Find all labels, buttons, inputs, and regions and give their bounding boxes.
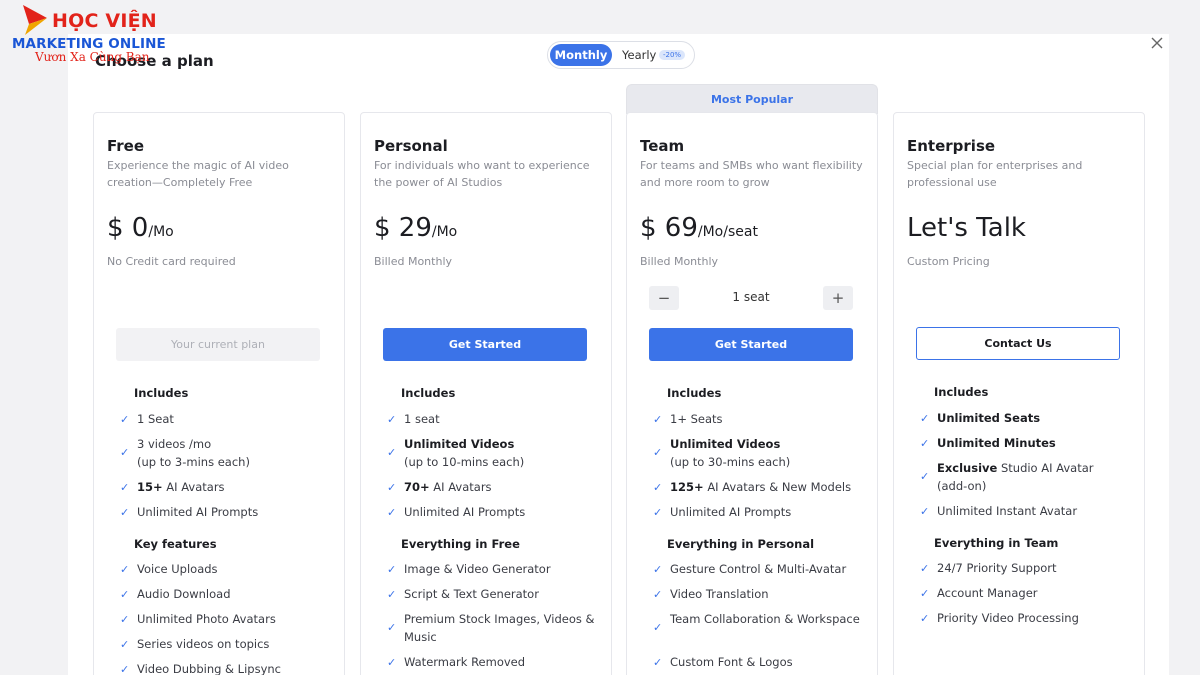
plan-card-team: Team For teams and SMBs who want flexibi…	[626, 112, 878, 675]
billing-note: Billed Monthly	[640, 255, 719, 268]
billing-note: Billed Monthly	[374, 255, 453, 268]
check-icon: ✓	[120, 563, 130, 576]
check-icon: ✓	[120, 613, 130, 626]
most-popular-label: Most Popular	[626, 84, 878, 114]
check-icon: ✓	[653, 563, 663, 576]
check-icon: ✓	[920, 612, 930, 625]
plan-description: For individuals who want to experience t…	[374, 159, 590, 189]
check-icon: ✓	[120, 663, 130, 675]
plan-description: Experience the magic of AI video creatio…	[107, 159, 289, 189]
discount-badge: -20%	[659, 50, 686, 60]
check-icon: ✓	[120, 413, 130, 426]
logo-text-top: HỌC VIỆN	[52, 10, 157, 32]
includes-heading: Includes	[667, 386, 722, 400]
close-icon[interactable]	[1150, 36, 1164, 50]
get-started-button[interactable]: Get Started	[649, 328, 853, 361]
check-icon: ✓	[920, 587, 930, 600]
check-icon: ✓	[387, 588, 397, 601]
logo-slogan: Vươn Xa Cùng Bạn	[35, 50, 150, 64]
plan-price: Let's Talk	[907, 213, 1026, 243]
check-icon: ✓	[920, 505, 930, 518]
check-icon: ✓	[120, 638, 130, 651]
billing-toggle[interactable]: Monthly Yearly -20%	[547, 41, 695, 69]
features-heading: Everything in Personal	[667, 537, 815, 551]
check-icon: ✓	[120, 481, 130, 494]
plan-name: Personal	[374, 137, 448, 155]
billing-note: Custom Pricing	[907, 255, 990, 268]
check-icon: ✓	[920, 412, 930, 425]
check-icon: ✓	[653, 588, 663, 601]
plan-price: $ 69/Mo/seat	[640, 213, 758, 243]
plan-card-enterprise: Enterprise Special plan for enterprises …	[893, 112, 1145, 675]
check-icon: ✓	[387, 563, 397, 576]
plan-name: Team	[640, 137, 685, 155]
plan-price: $ 29/Mo	[374, 213, 458, 243]
contact-us-button[interactable]: Contact Us	[916, 327, 1120, 360]
current-plan-button: Your current plan	[116, 328, 320, 361]
check-icon: ✓	[120, 446, 130, 459]
includes-heading: Includes	[401, 386, 456, 400]
brand-logo: HỌC VIỆN MARKETING ONLINE Vươn Xa Cùng B…	[12, 2, 172, 64]
plan-card-free: Free Experience the magic of AI video cr…	[93, 112, 345, 675]
check-icon: ✓	[920, 470, 930, 483]
plan-card-personal: Personal For individuals who want to exp…	[360, 112, 612, 675]
plan-description: For teams and SMBs who want flexibility …	[640, 159, 863, 189]
check-icon: ✓	[653, 656, 663, 669]
get-started-button[interactable]: Get Started	[383, 328, 587, 361]
check-icon: ✓	[120, 588, 130, 601]
check-icon: ✓	[387, 481, 397, 494]
plan-name: Enterprise	[907, 137, 996, 155]
plan-price: $ 0/Mo	[107, 213, 174, 243]
billing-note: No Credit card required	[107, 255, 236, 268]
includes-heading: Includes	[134, 386, 189, 400]
play-logo-icon	[23, 5, 47, 35]
plan-name: Free	[107, 137, 145, 155]
check-icon: ✓	[120, 506, 130, 519]
check-icon: ✓	[387, 656, 397, 669]
check-icon: ✓	[387, 413, 397, 426]
check-icon: ✓	[653, 481, 663, 494]
seat-stepper: − 1 seat +	[649, 286, 853, 310]
check-icon: ✓	[920, 562, 930, 575]
toggle-yearly[interactable]: Yearly	[622, 48, 656, 62]
check-icon: ✓	[653, 621, 663, 634]
includes-heading: Includes	[934, 385, 989, 399]
check-icon: ✓	[387, 446, 397, 459]
check-icon: ✓	[653, 413, 663, 426]
features-heading: Everything in Team	[934, 536, 1059, 550]
check-icon: ✓	[653, 506, 663, 519]
features-heading: Key features	[134, 537, 217, 551]
check-icon: ✓	[387, 506, 397, 519]
toggle-monthly[interactable]: Monthly	[550, 44, 612, 66]
check-icon: ✓	[387, 621, 397, 634]
plan-description: Special plan for enterprises and profess…	[907, 159, 1083, 189]
features-heading: Everything in Free	[401, 537, 520, 551]
increase-seat-button[interactable]: +	[823, 286, 853, 310]
check-icon: ✓	[920, 437, 930, 450]
check-icon: ✓	[653, 446, 663, 459]
